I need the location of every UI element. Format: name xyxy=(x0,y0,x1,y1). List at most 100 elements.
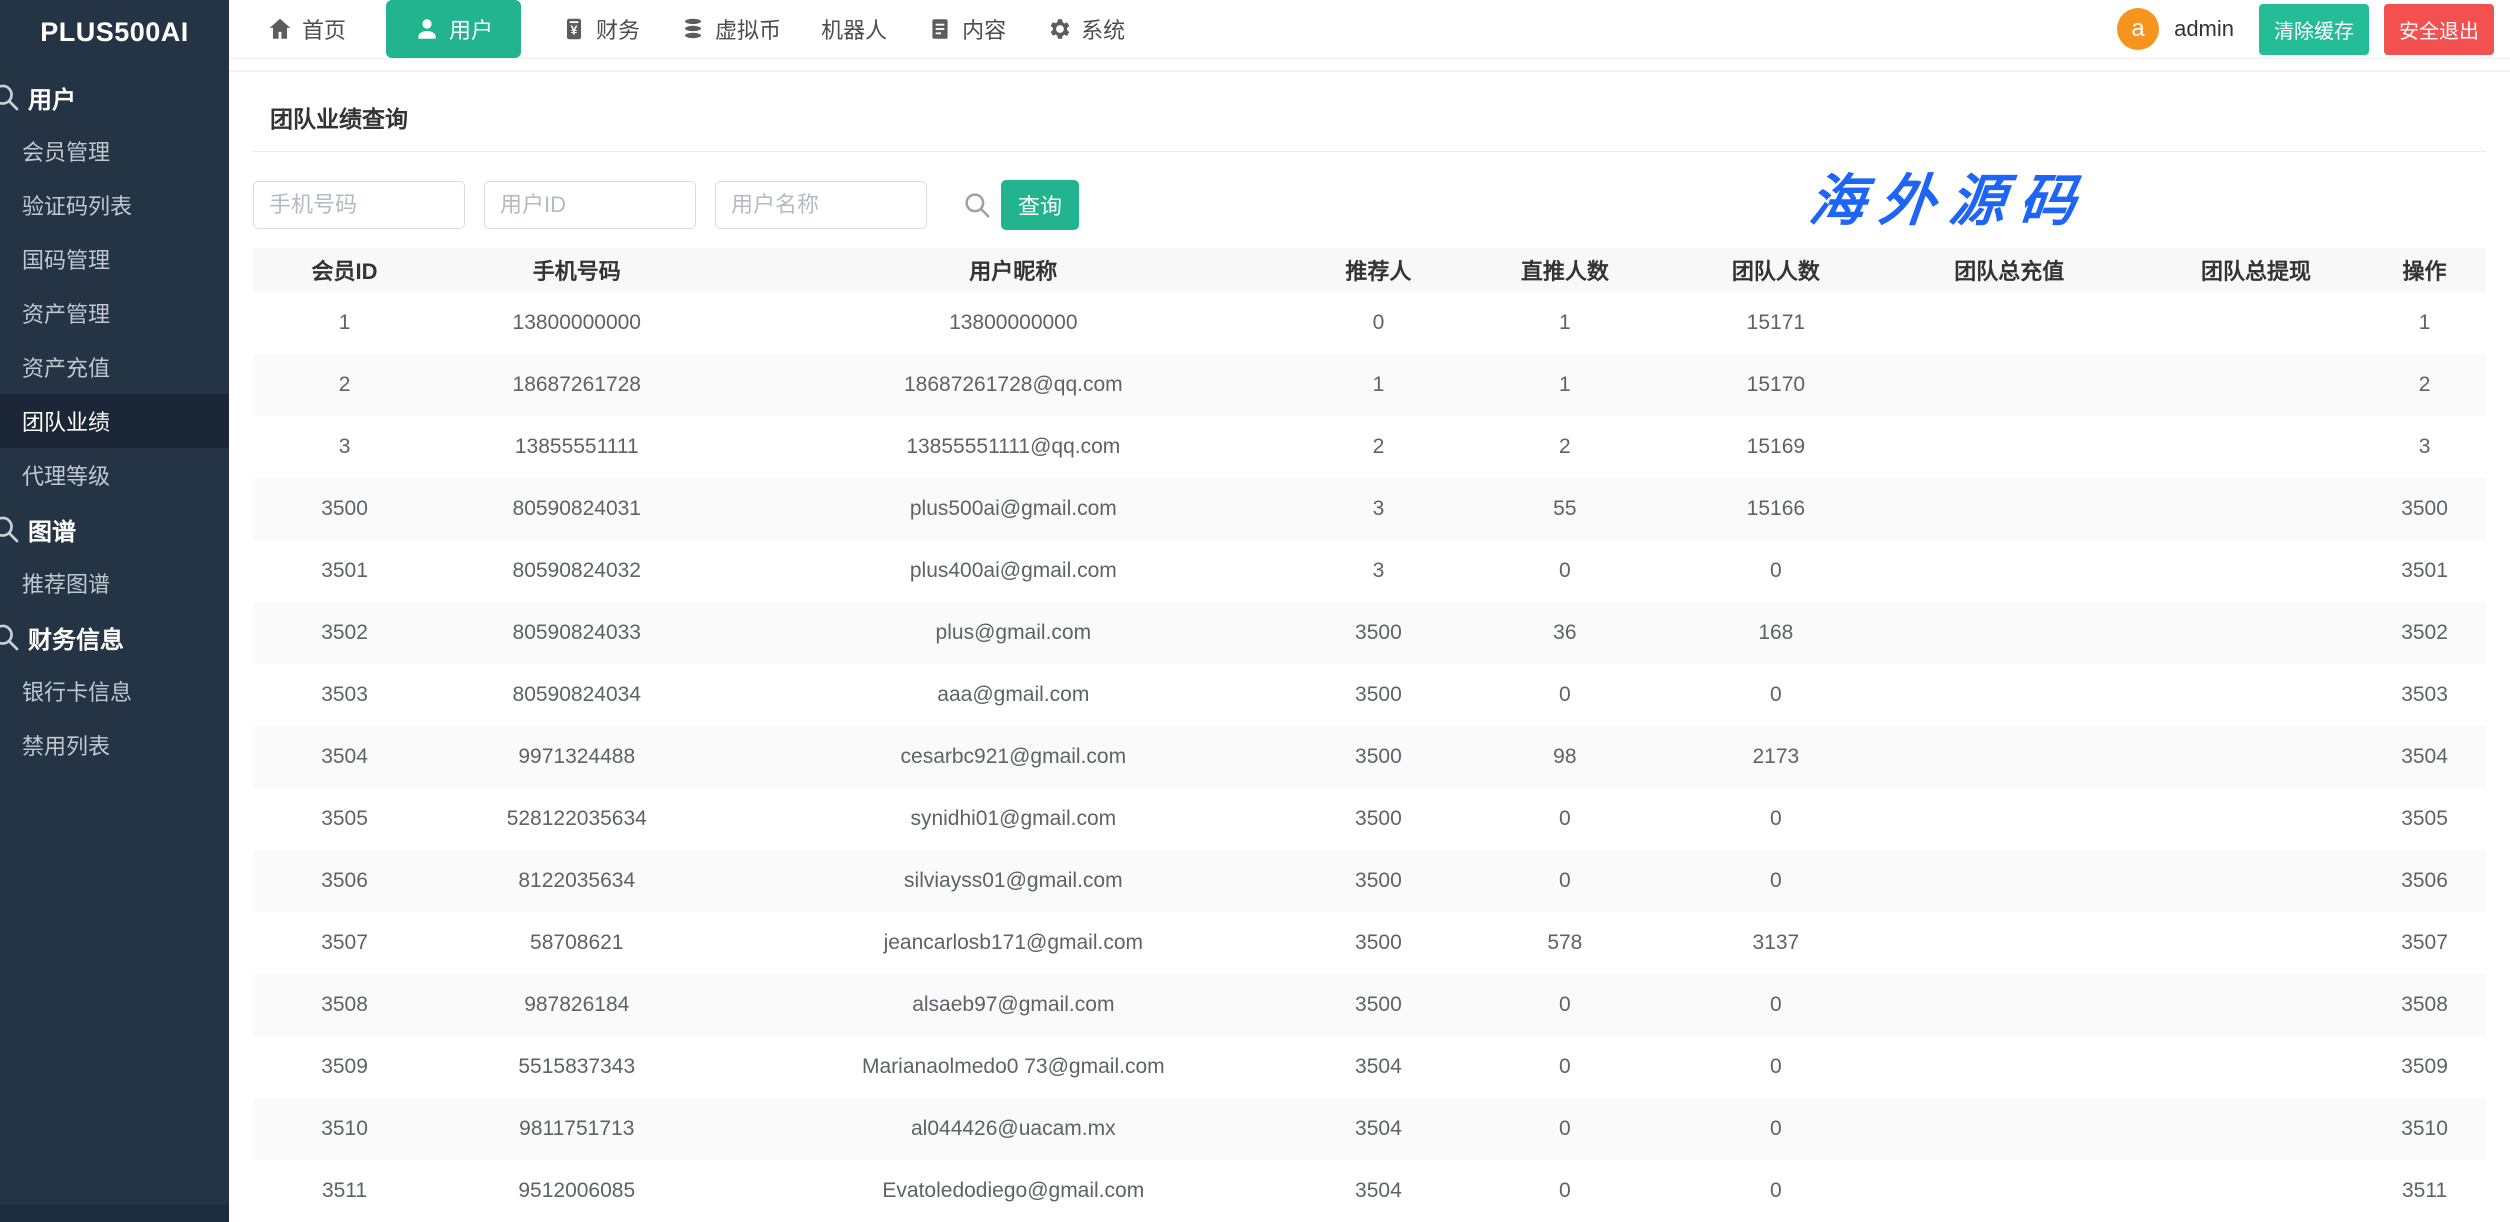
table-cell: cesarbc921@gmail.com xyxy=(717,726,1309,788)
table-cell: 1 xyxy=(1448,292,1682,354)
sidebar-item[interactable]: 推荐图谱 xyxy=(0,556,229,610)
logout-button[interactable]: 安全退出 xyxy=(2384,4,2494,55)
table-row: 35068122035634silviayss01@gmail.com35000… xyxy=(253,850,2486,912)
topnav-item-crypto[interactable]: 虚拟币 xyxy=(680,13,781,45)
topbar-right: a admin 清除缓存 安全退出 xyxy=(2117,4,2494,55)
table-cell: 3500 xyxy=(1309,850,1447,912)
sidebar-item[interactable]: 国码管理 xyxy=(0,232,229,286)
table-cell: 0 xyxy=(1682,788,1870,850)
table-cell xyxy=(2149,1160,2363,1222)
sidebar-section-label: 用户 xyxy=(28,80,76,115)
table-cell xyxy=(2149,540,2363,602)
topnav-item-finance[interactable]: ¥财务 xyxy=(561,13,640,45)
column-header: 推荐人 xyxy=(1309,248,1447,292)
operation-link[interactable]: 2 xyxy=(2363,354,2486,416)
table-cell: plus500ai@gmail.com xyxy=(717,478,1309,540)
sidebar-item[interactable]: 资产充值 xyxy=(0,340,229,394)
main-area: 首页用户¥财务虚拟币机器人内容系统 a admin 清除缓存 安全退出 团队业绩… xyxy=(229,0,2510,1222)
operation-link[interactable]: 3507 xyxy=(2363,912,2486,974)
column-header: 团队总充值 xyxy=(1870,248,2149,292)
sidebar-item-label: 团队业绩 xyxy=(22,405,110,437)
avatar[interactable]: a xyxy=(2117,8,2159,50)
sidebar-section-label: 图谱 xyxy=(28,512,76,547)
sidebar-item[interactable]: 团队业绩 xyxy=(0,394,229,448)
table-cell xyxy=(1870,664,2149,726)
topnav-item-user[interactable]: 用户 xyxy=(386,0,521,58)
column-header: 用户昵称 xyxy=(717,248,1309,292)
search-icon xyxy=(0,621,21,653)
sidebar-item[interactable]: 禁用列表 xyxy=(0,718,229,772)
table-cell: 2173 xyxy=(1682,726,1870,788)
column-header: 直推人数 xyxy=(1448,248,1682,292)
operation-link[interactable]: 3511 xyxy=(2363,1160,2486,1222)
table-cell: 3506 xyxy=(253,850,436,912)
sidebar-footer xyxy=(0,1205,229,1222)
operation-link[interactable]: 3510 xyxy=(2363,1098,2486,1160)
sidebar-item[interactable]: 验证码列表 xyxy=(0,178,229,232)
table-row: 350380590824034aaa@gmail.com3500003503 xyxy=(253,664,2486,726)
operation-link[interactable]: 3502 xyxy=(2363,602,2486,664)
table-cell: 0 xyxy=(1448,1036,1682,1098)
sidebar: PLUS500AI 用户会员管理验证码列表国码管理资产管理资产充值团队业绩代理等… xyxy=(0,0,229,1222)
operation-link[interactable]: 3508 xyxy=(2363,974,2486,1036)
search-icon[interactable] xyxy=(962,190,992,220)
table-cell xyxy=(1870,478,2149,540)
table-cell: 3500 xyxy=(1309,912,1447,974)
search-input-user-id[interactable] xyxy=(484,181,696,229)
sidebar-item[interactable]: 银行卡信息 xyxy=(0,664,229,718)
table-cell: alsaeb97@gmail.com xyxy=(717,974,1309,1036)
table-cell: 13855551111 xyxy=(436,416,717,478)
app-root: PLUS500AI 用户会员管理验证码列表国码管理资产管理资产充值团队业绩代理等… xyxy=(0,0,2510,1222)
operation-link[interactable]: 3506 xyxy=(2363,850,2486,912)
table-cell: 3504 xyxy=(253,726,436,788)
operation-link[interactable]: 3 xyxy=(2363,416,2486,478)
table-row: 35109811751713al044426@uacam.mx350400351… xyxy=(253,1098,2486,1160)
table-cell: 15171 xyxy=(1682,292,1870,354)
search-input-user-name[interactable] xyxy=(715,181,927,229)
topnav-item-robot[interactable]: 机器人 xyxy=(821,13,887,45)
table-cell: 3500 xyxy=(1309,974,1447,1036)
sidebar-item[interactable]: 会员管理 xyxy=(0,124,229,178)
table-cell: 0 xyxy=(1448,974,1682,1036)
table-row: 35119512006085Evatoledodiego@gmail.com35… xyxy=(253,1160,2486,1222)
topnav-item-label: 虚拟币 xyxy=(715,13,781,45)
table-header-row: 会员ID手机号码用户昵称推荐人直推人数团队人数团队总充值团队总提现操作 xyxy=(253,248,2486,292)
table-cell: 3507 xyxy=(253,912,436,974)
table-cell: 3504 xyxy=(1309,1036,1447,1098)
table-cell xyxy=(1870,974,2149,1036)
query-button[interactable]: 查询 xyxy=(1001,180,1079,230)
coins-icon xyxy=(680,16,706,42)
topnav-item-label: 首页 xyxy=(302,13,346,45)
topnav-item-system[interactable]: 系统 xyxy=(1046,13,1125,45)
table-cell: 80590824032 xyxy=(436,540,717,602)
sidebar-item-label: 银行卡信息 xyxy=(22,675,132,707)
table-cell: Evatoledodiego@gmail.com xyxy=(717,1160,1309,1222)
table-cell xyxy=(1870,292,2149,354)
table-cell xyxy=(2149,416,2363,478)
column-header: 手机号码 xyxy=(436,248,717,292)
clear-cache-button[interactable]: 清除缓存 xyxy=(2259,4,2369,55)
operation-link[interactable]: 3503 xyxy=(2363,664,2486,726)
operation-link[interactable]: 1 xyxy=(2363,292,2486,354)
team-performance-table: 会员ID手机号码用户昵称推荐人直推人数团队人数团队总充值团队总提现操作 1138… xyxy=(253,248,2486,1222)
operation-link[interactable]: 3509 xyxy=(2363,1036,2486,1098)
sidebar-item-label: 代理等级 xyxy=(22,459,110,491)
table-cell: 80590824033 xyxy=(436,602,717,664)
table-cell: 0 xyxy=(1682,974,1870,1036)
table-cell: 18687261728 xyxy=(436,354,717,416)
operation-link[interactable]: 3500 xyxy=(2363,478,2486,540)
operation-link[interactable]: 3504 xyxy=(2363,726,2486,788)
topnav-item-home[interactable]: 首页 xyxy=(267,13,346,45)
operation-link[interactable]: 3501 xyxy=(2363,540,2486,602)
search-input-phone[interactable] xyxy=(253,181,465,229)
topnav-item-content[interactable]: 内容 xyxy=(927,13,1006,45)
table-cell: 13800000000 xyxy=(717,292,1309,354)
sidebar-item[interactable]: 资产管理 xyxy=(0,286,229,340)
operation-link[interactable]: 3505 xyxy=(2363,788,2486,850)
username[interactable]: admin xyxy=(2174,16,2234,42)
table-cell: 3137 xyxy=(1682,912,1870,974)
table-cell: 0 xyxy=(1448,540,1682,602)
table-cell: 0 xyxy=(1448,850,1682,912)
sidebar-item[interactable]: 代理等级 xyxy=(0,448,229,502)
sidebar-nav: 用户会员管理验证码列表国码管理资产管理资产充值团队业绩代理等级图谱推荐图谱财务信… xyxy=(0,64,229,772)
